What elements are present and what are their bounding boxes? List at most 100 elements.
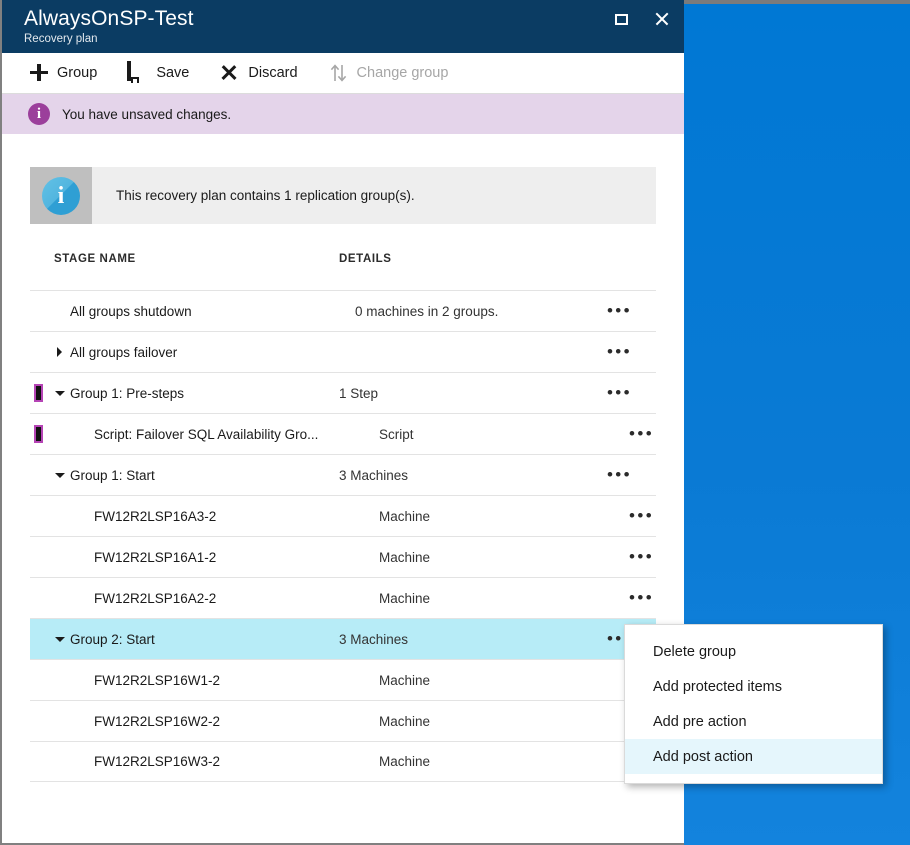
row-details-cell: Script	[379, 426, 414, 442]
table-row[interactable]: FW12R2LSP16A1-2 Machine •••	[30, 536, 656, 577]
table-row[interactable]: Group 2: Start 3 Machines •••	[30, 618, 656, 659]
ellipsis-icon: •••	[629, 547, 655, 566]
row-stage-name-label: FW12R2LSP16A1-2	[94, 549, 217, 565]
row-stage-name-label: Script: Failover SQL Availability Gro...	[94, 426, 319, 442]
row-stage-name-cell: Group 2: Start	[54, 632, 339, 647]
row-more-actions-button[interactable]: •••	[589, 383, 656, 402]
row-stage-name-label: FW12R2LSP16W3-2	[94, 754, 221, 769]
page-subtitle: Recovery plan	[24, 33, 98, 45]
chevron-down-icon[interactable]	[54, 632, 68, 646]
pre-step-marker-icon	[34, 384, 43, 402]
context-menu-item-label: Add post action	[653, 748, 753, 765]
table-header-row: STAGE NAME DETAILS	[30, 253, 656, 290]
command-toolbar: Group Save Discard Change group	[2, 53, 684, 94]
restore-icon	[614, 13, 628, 25]
row-stage-name-label: FW12R2LSP16W2-2	[94, 713, 221, 729]
row-stage-name-label: FW12R2LSP16W1-2	[94, 672, 221, 688]
table-row[interactable]: FW12R2LSP16A2-2 Machine •••	[30, 577, 656, 618]
row-more-actions-button[interactable]: •••	[629, 547, 678, 566]
table-row[interactable]: All groups shutdown 0 machines in 2 group…	[30, 290, 656, 331]
ellipsis-icon: •••	[606, 342, 632, 361]
close-x-icon	[219, 63, 241, 83]
context-menu-item[interactable]: Add protected items	[625, 669, 882, 704]
row-more-actions-button[interactable]: •••	[629, 506, 678, 525]
row-stage-name-cell: All groups shutdown	[54, 304, 355, 319]
row-stage-name-label: All groups failover	[70, 344, 178, 360]
table-row[interactable]: All groups failover •••	[30, 331, 656, 372]
close-icon	[654, 12, 669, 27]
restore-window-button[interactable]	[608, 6, 634, 32]
chevron-right-icon[interactable]	[54, 345, 68, 359]
change-group-label: Change group	[356, 65, 449, 81]
row-details-cell: Machine	[379, 713, 431, 729]
table-row[interactable]: FW12R2LSP16W2-2Machine•••	[30, 700, 656, 741]
context-menu-item[interactable]: Add pre action	[625, 704, 882, 739]
table-row[interactable]: FW12R2LSP16W3-2Machine•••	[30, 741, 656, 782]
add-group-button[interactable]: Group	[28, 58, 111, 88]
column-header-details: DETAILS	[339, 253, 392, 265]
table-row[interactable]: Group 1: Pre-steps 1 Step •••	[30, 372, 656, 413]
close-window-button[interactable]	[648, 6, 674, 32]
info-circle-icon: i	[42, 176, 80, 215]
row-more-actions-button[interactable]: •••	[629, 588, 678, 607]
table-row[interactable]: Group 1: Start 3 Machines •••	[30, 454, 656, 495]
row-stage-name-label: Group 1: Start	[70, 467, 155, 483]
row-stage-name-cell: FW12R2LSP16W1-2	[54, 673, 379, 688]
context-menu-item-label: Add protected items	[653, 678, 782, 695]
row-details-cell: Machine	[379, 754, 431, 769]
discard-label: Discard	[248, 65, 298, 81]
row-stage-name-cell: Group 1: Start	[54, 468, 339, 483]
save-icon	[127, 61, 149, 83]
ellipsis-icon: •••	[629, 588, 655, 607]
stages-table: STAGE NAME DETAILS All groups shutdown 0 …	[30, 253, 656, 782]
row-stage-name-cell: FW12R2LSP16W3-2	[54, 754, 379, 769]
row-details-cell: 0 machines in 2 groups.	[355, 303, 499, 319]
window-content: i This recovery plan contains 1 replicat…	[2, 167, 684, 782]
ellipsis-icon: •••	[606, 383, 632, 402]
pre-step-marker-icon	[34, 425, 43, 443]
group-context-menu: Delete group Add protected items Add pre a…	[624, 624, 883, 784]
table-row[interactable]: Script: Failover SQL Availability Gro...…	[30, 413, 656, 454]
row-stage-name-label: FW12R2LSP16A2-2	[94, 590, 217, 606]
context-menu-item-label: Delete group	[653, 643, 737, 660]
replication-group-info-box: i This recovery plan contains 1 replicat…	[30, 167, 656, 224]
recovery-plan-window: AlwaysOnSP-Test Recovery plan Group Save	[0, 0, 684, 845]
row-more-actions-button[interactable]: •••	[605, 301, 656, 320]
save-button[interactable]: Save	[127, 58, 203, 88]
info-box-text: This recovery plan contains 1 replicatio…	[116, 188, 415, 203]
row-stage-name-cell: FW12R2LSP16W2-2	[54, 714, 379, 729]
row-details-cell: 3 Machines	[339, 631, 409, 647]
discard-button[interactable]: Discard	[219, 58, 311, 88]
row-stage-name-cell: FW12R2LSP16A2-2	[54, 591, 379, 606]
table-row[interactable]: FW12R2LSP16W1-2Machine•••	[30, 659, 656, 700]
row-details-cell: 3 Machines	[339, 467, 409, 483]
row-more-actions-button[interactable]: •••	[589, 342, 656, 361]
row-stage-name-cell: All groups failover	[54, 345, 339, 360]
chevron-down-icon[interactable]	[54, 468, 68, 482]
row-details-cell: Machine	[379, 590, 431, 606]
change-group-button: Change group	[328, 58, 463, 88]
ellipsis-icon: •••	[629, 424, 655, 443]
row-more-actions-button[interactable]: •••	[589, 466, 656, 483]
add-group-label: Group	[57, 65, 98, 81]
row-stage-name-cell: FW12R2LSP16A3-2	[54, 509, 379, 524]
context-menu-item[interactable]: Delete group	[625, 634, 882, 669]
save-label: Save	[156, 65, 190, 81]
ellipsis-icon: •••	[629, 506, 655, 525]
context-menu-item[interactable]: Add post action	[625, 739, 882, 774]
row-stage-name-cell: FW12R2LSP16A1-2	[54, 550, 379, 565]
context-menu-item-label: Add pre action	[653, 713, 747, 730]
page-title: AlwaysOnSP-Test	[24, 7, 194, 30]
unsaved-changes-banner: i You have unsaved changes.	[2, 94, 684, 134]
ellipsis-icon: •••	[606, 301, 632, 320]
table-row[interactable]: FW12R2LSP16A3-2 Machine •••	[30, 495, 656, 536]
swap-arrows-icon	[328, 63, 350, 83]
chevron-down-icon[interactable]	[54, 386, 68, 400]
row-stage-name-label: FW12R2LSP16A3-2	[94, 508, 217, 524]
row-more-actions-button[interactable]: •••	[629, 424, 678, 443]
row-details-cell: Machine	[379, 549, 431, 565]
row-stage-name-label: Group 2: Start	[70, 631, 155, 647]
plus-icon	[28, 63, 50, 83]
row-stage-name-cell: Group 1: Pre-steps	[54, 386, 339, 401]
info-circle-icon: i	[28, 103, 50, 125]
